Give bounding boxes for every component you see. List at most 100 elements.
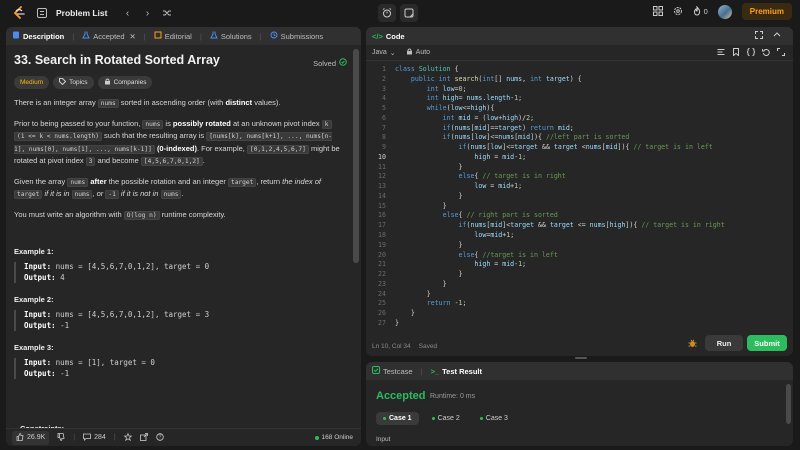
- code-line[interactable]: 21 high = mid-1;: [366, 260, 793, 270]
- code-line[interactable]: 19 }: [366, 241, 793, 251]
- line-number: 23: [378, 279, 386, 288]
- panel-resize-handle[interactable]: [575, 357, 587, 359]
- shuffle-icon[interactable]: [161, 7, 173, 19]
- difficulty-badge: Medium: [14, 76, 50, 89]
- tab-code[interactable]: </> Code: [372, 32, 405, 41]
- code-line[interactable]: 7 if(nums[mid]==target) return mid;: [366, 124, 793, 134]
- line-number: 6: [382, 113, 386, 122]
- code-line[interactable]: 13 low = mid+1;: [366, 182, 793, 192]
- problem-list-icon[interactable]: [36, 7, 48, 19]
- layout-grid-icon[interactable]: [652, 5, 663, 18]
- timer-alarm-icon[interactable]: [378, 4, 396, 22]
- code-line[interactable]: 24 }: [366, 290, 793, 300]
- page-title[interactable]: 33. Search in Rotated Sorted Array: [14, 53, 341, 67]
- tab-accepted[interactable]: Accepted ✕: [82, 31, 136, 41]
- case-tab-3[interactable]: Case 3: [473, 412, 515, 425]
- tab-solutions[interactable]: Solutions: [210, 31, 252, 41]
- format-lines-icon[interactable]: [717, 48, 725, 58]
- line-number: 13: [378, 182, 386, 191]
- tab-submissions[interactable]: Submissions: [270, 31, 323, 41]
- description-scrollbar[interactable]: [353, 49, 359, 263]
- code-editor[interactable]: 1 class Solution {2 public int search(int…: [366, 65, 793, 329]
- leetcode-logo-icon[interactable]: [12, 6, 26, 20]
- case-tab-2[interactable]: Case 2: [425, 412, 467, 425]
- case-tabs: Case 1 Case 2 Case 3: [376, 412, 515, 425]
- tab-testcase[interactable]: Testcase: [372, 366, 413, 376]
- feedback-question-icon[interactable]: ?: [155, 432, 164, 443]
- tab-editorial[interactable]: Editorial: [154, 31, 192, 41]
- code-line[interactable]: 10 high = mid-1;: [366, 153, 793, 163]
- code-line[interactable]: 23 }: [366, 280, 793, 290]
- prev-problem-chevron-left-icon[interactable]: ‹: [121, 7, 133, 19]
- code-line[interactable]: 20 else{ //target is in left: [366, 251, 793, 261]
- companies-tag[interactable]: Companies: [97, 76, 153, 89]
- problem-list-link[interactable]: Problem List: [56, 8, 107, 18]
- example-1-box: Input: nums = [4,5,6,7,0,1,2], target = …: [14, 262, 341, 283]
- example-1-title: Example 1:: [14, 247, 54, 256]
- code-line[interactable]: 6 int mid = (low+high)/2;: [366, 114, 793, 124]
- code-line[interactable]: 17 if(nums[mid]<target && target <= nums…: [366, 221, 793, 231]
- collapse-chevron-icon[interactable]: [773, 31, 781, 41]
- code-line[interactable]: 4 int high= nums.length-1;: [366, 94, 793, 104]
- next-problem-chevron-right-icon[interactable]: ›: [141, 7, 153, 19]
- code-line[interactable]: 16 else{ // right part is sorted: [366, 211, 793, 221]
- fullscreen-icon[interactable]: [777, 48, 785, 58]
- description-paragraph-4: You must write an algorithm with O(log n…: [14, 209, 226, 220]
- code-line[interactable]: 26 }: [366, 309, 793, 319]
- code-braces-icon[interactable]: [746, 48, 756, 58]
- streak-counter[interactable]: 0: [693, 4, 708, 18]
- code-line[interactable]: 11 }: [366, 163, 793, 173]
- comments-button[interactable]: 284: [83, 433, 106, 443]
- code-line[interactable]: 27}: [366, 319, 793, 329]
- topics-tag[interactable]: Topics: [53, 76, 94, 89]
- reset-undo-icon[interactable]: [762, 48, 770, 58]
- flame-icon: [693, 4, 701, 18]
- code-line[interactable]: 14 }: [366, 192, 793, 202]
- line-number: 11: [378, 162, 386, 171]
- language-select[interactable]: Java ⌄: [372, 49, 396, 57]
- code-line[interactable]: 25 return -1;: [366, 299, 793, 309]
- code-line[interactable]: 22 }: [366, 270, 793, 280]
- line-number: 10: [378, 152, 386, 161]
- submit-button[interactable]: Submit: [747, 335, 787, 351]
- case-tab-1[interactable]: Case 1: [376, 412, 419, 425]
- line-content: }: [458, 270, 463, 279]
- solved-status: Solved: [313, 58, 347, 68]
- accepted-flask-icon: [82, 31, 91, 41]
- premium-button[interactable]: Premium: [741, 3, 792, 20]
- like-button[interactable]: 26.9K: [12, 430, 50, 445]
- thumbs-down-icon[interactable]: [57, 432, 65, 443]
- debugger-icon[interactable]: [688, 339, 697, 348]
- maximize-icon[interactable]: [755, 31, 763, 41]
- check-circle-icon: [339, 58, 347, 68]
- notes-icon[interactable]: [400, 4, 418, 22]
- code-line[interactable]: 8 if(nums[low]<=nums[mid]){ //left part …: [366, 133, 793, 143]
- avatar[interactable]: [717, 4, 732, 19]
- autocomplete-toggle[interactable]: Auto: [406, 48, 430, 57]
- star-icon[interactable]: [123, 432, 133, 443]
- code-line[interactable]: 3 int low=0;: [366, 85, 793, 95]
- code-line[interactable]: 9 if(nums[low]<=target && target <nums[m…: [366, 143, 793, 153]
- line-number: 18: [378, 231, 386, 240]
- code-line[interactable]: 12 else{ // target is in right: [366, 172, 793, 182]
- line-content: low=mid+1;: [474, 231, 515, 240]
- close-tab-icon[interactable]: ✕: [130, 32, 136, 41]
- settings-gear-icon[interactable]: [673, 6, 683, 18]
- share-icon[interactable]: [139, 432, 148, 443]
- editorial-book-icon: [154, 31, 162, 41]
- runtime-text: Runtime: 0 ms: [430, 393, 476, 400]
- tab-description[interactable]: Description: [12, 31, 64, 41]
- tab-test-result[interactable]: >_ Test Result: [431, 367, 482, 376]
- problem-description: 33. Search in Rotated Sorted Array Mediu…: [6, 45, 351, 428]
- code-line[interactable]: 15 }: [366, 202, 793, 212]
- code-line[interactable]: 18 low=mid+1;: [366, 231, 793, 241]
- svg-text:?: ?: [158, 434, 161, 440]
- lock-icon: [406, 48, 413, 57]
- run-button[interactable]: Run: [705, 335, 743, 351]
- code-line[interactable]: 1 class Solution {: [366, 65, 793, 75]
- bookmark-icon[interactable]: [732, 48, 740, 58]
- result-scrollbar[interactable]: [786, 384, 791, 424]
- pass-dot-icon: [479, 417, 483, 420]
- code-line[interactable]: 5 while(low<=high){: [366, 104, 793, 114]
- code-line[interactable]: 2 public int search(int[] nums, int targ…: [366, 75, 793, 85]
